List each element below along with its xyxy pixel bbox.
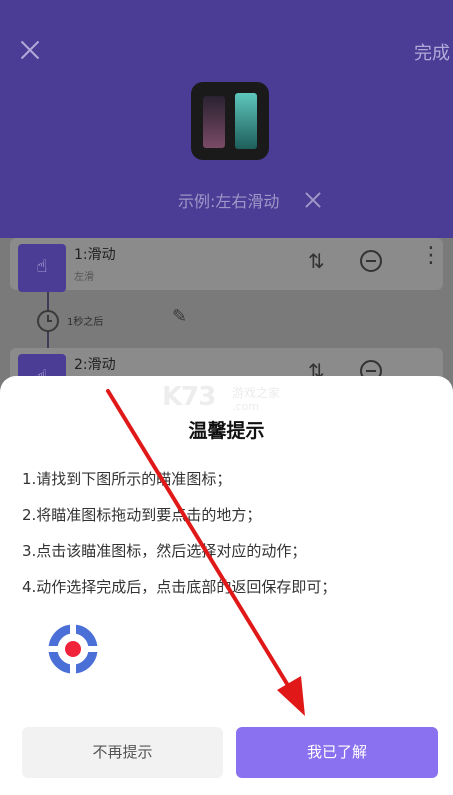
tip-3: 3.点击该瞄准图标，然后选择对应的动作；: [22, 542, 307, 560]
crosshair-target-icon: [47, 623, 99, 675]
step-title: 2:滑动: [74, 357, 116, 373]
step-title: 1:滑动: [74, 247, 116, 263]
screen: 完成 示例:左右滑动 ☝ 1:滑动 左滑 ⇅ ⋮ 1秒之后 ✎ ☝ 2:滑动: [0, 0, 453, 795]
dont-show-again-button[interactable]: 不再提示: [22, 727, 223, 778]
sort-icon[interactable]: ⇅: [308, 249, 325, 273]
delay-row[interactable]: 1秒之后 ✎: [0, 298, 453, 342]
example-label: 示例:左右滑动: [178, 192, 280, 211]
app-logo-icon: [191, 82, 269, 160]
step-subtitle: 左滑: [74, 272, 94, 283]
list-item[interactable]: ☝ 1:滑动 左滑 ⇅ ⋮: [10, 238, 443, 292]
clock-icon: [37, 310, 59, 332]
swipe-gesture-icon: ☝: [18, 244, 66, 292]
close-icon[interactable]: [18, 38, 42, 62]
watermark-site-cn: 游戏之家: [232, 386, 281, 400]
close-example-icon[interactable]: [303, 190, 323, 210]
logo-bar-right: [235, 93, 257, 149]
got-it-button[interactable]: 我已了解: [236, 727, 438, 778]
remove-icon[interactable]: [360, 250, 382, 272]
logo-bar-left: [203, 96, 225, 148]
done-button[interactable]: 完成: [414, 39, 450, 65]
watermark-site-com: .com: [232, 400, 259, 413]
watermark-logo: K73 游戏之家 .com: [162, 382, 280, 413]
dialog-title: 温馨提示: [188, 420, 265, 442]
pencil-icon[interactable]: ✎: [172, 306, 187, 327]
delay-label: 1秒之后: [67, 317, 104, 328]
tip-2: 2.将瞄准图标拖动到要点击的地方；: [22, 506, 262, 524]
app-header: 完成 示例:左右滑动: [0, 0, 453, 238]
tips-list: 1.请找到下图所示的瞄准图标； 2.将瞄准图标拖动到要点击的地方； 3.点击该瞄…: [22, 468, 336, 612]
example-banner: 示例:左右滑动: [178, 188, 323, 212]
more-icon[interactable]: ⋮: [420, 245, 442, 267]
tip-1: 1.请找到下图所示的瞄准图标；: [22, 470, 232, 488]
tips-dialog: K73 游戏之家 .com 温馨提示 1.请找到下图所示的瞄准图标； 2.将瞄准…: [0, 376, 453, 795]
watermark-k73: K73: [162, 382, 216, 412]
tip-4: 4.动作选择完成后，点击底部的返回保存即可；: [22, 578, 337, 596]
